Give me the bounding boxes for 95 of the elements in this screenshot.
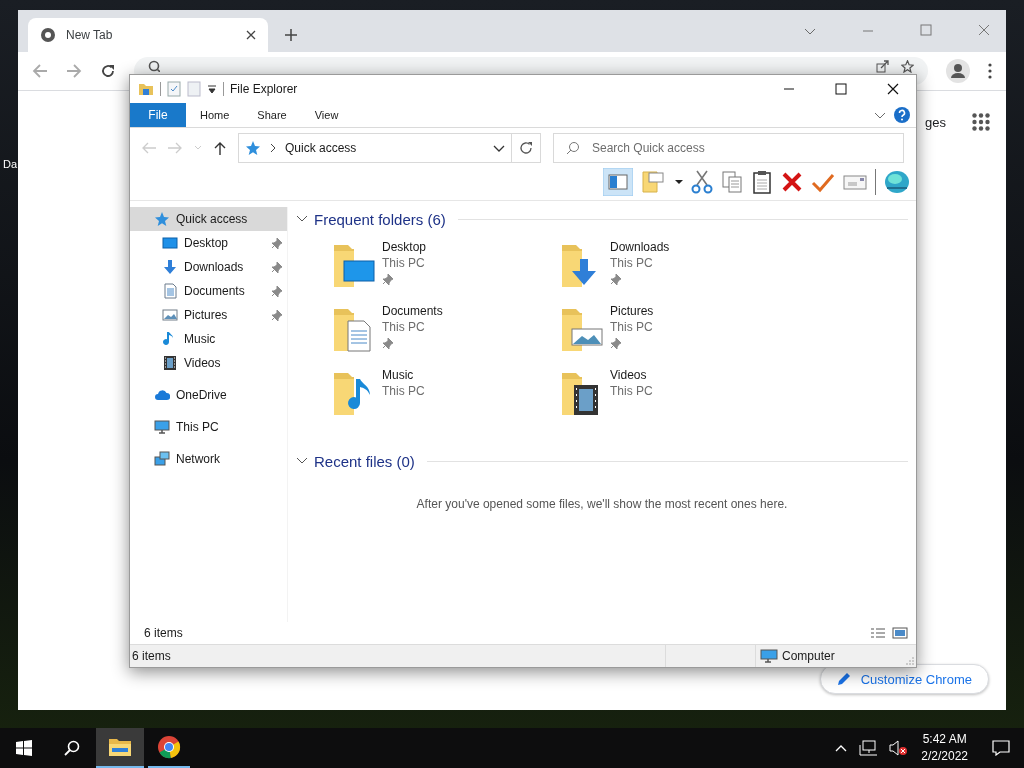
folder-name[interactable]: Videos [610,367,647,383]
network-icon [154,451,170,467]
refresh-icon[interactable] [511,133,541,163]
document-icon [162,283,178,299]
sidebar-item[interactable]: Pictures [130,303,287,327]
folder-icon [138,81,154,97]
status-text: Computer [782,649,835,663]
envelope-icon[interactable] [843,173,867,191]
sidebar-item[interactable]: Quick access [130,207,287,231]
dropdown-icon[interactable] [207,84,217,94]
section-heading: Recent files (0) [314,452,415,470]
clipboard-icon[interactable] [751,170,773,194]
maximize-icon[interactable] [835,83,847,95]
monitor-icon [154,419,170,435]
window-title: File Explorer [230,82,298,96]
muted-speaker-icon[interactable] [889,740,908,756]
monitor-icon [760,648,778,664]
sidebar-item[interactable]: OneDrive [130,383,287,407]
delete-icon[interactable] [781,171,803,193]
folder-location: This PC [610,255,653,271]
search-icon [566,141,580,155]
tab-title: New Tab [66,28,114,42]
folder-name[interactable]: Desktop [382,239,427,255]
customize-button[interactable]: Customize Chrome [819,664,989,694]
notification-icon[interactable] [992,740,1010,756]
star-icon [245,140,261,156]
profile-icon[interactable] [946,59,970,83]
status-text: 6 items [132,649,171,663]
sidebar-item[interactable]: This PC [130,415,287,439]
file-tab[interactable]: File [130,103,186,127]
up-arrow-icon[interactable] [214,141,226,155]
sidebar-item[interactable]: Downloads [130,255,287,279]
sidebar-item[interactable]: Videos [130,351,287,375]
pane-icon[interactable] [603,168,633,196]
browser-logo-icon [157,735,181,759]
star-icon [154,211,170,227]
sidebar-item[interactable]: Network [130,447,287,471]
ribbon-tab[interactable]: Home [186,109,244,121]
section-heading: Frequent folders (6) [314,210,446,228]
browser-logo-icon [40,27,56,43]
taskbar-app[interactable] [96,728,144,768]
empty-message: After you've opened some files, we'll show the most recent ones here. [415,496,789,511]
dropdown-icon[interactable] [675,179,683,185]
monitor-icon [162,235,178,251]
browser-tab[interactable]: New Tab [28,18,268,52]
close-icon[interactable] [887,83,899,95]
help-icon[interactable] [894,107,910,123]
folder-location: This PC [610,383,653,399]
scissors-icon[interactable] [691,170,713,194]
checkmark-icon[interactable] [811,171,835,193]
picture-icon [162,307,178,323]
sidebar-item[interactable]: Documents [130,279,287,303]
search-field[interactable]: Search Quick access [553,133,904,163]
folder-location: This PC [610,319,653,335]
chevron-down-icon[interactable] [296,456,308,466]
link-text[interactable]: ges [925,114,946,130]
apps-grid-icon[interactable] [972,113,990,131]
search-icon [64,740,80,756]
menu-icon[interactable] [988,63,992,79]
chevron-right-icon [269,143,277,153]
folder-name[interactable]: Music [382,367,414,383]
film-icon [162,355,178,371]
folder-location: This PC [382,383,425,399]
sidebar-item[interactable]: Music [130,327,287,351]
network-icon[interactable] [859,740,878,756]
chevron-up-icon[interactable] [835,744,848,752]
folder-location: This PC [382,255,425,271]
chevron-down-icon[interactable] [874,110,886,120]
chevron-down-icon[interactable] [493,143,505,153]
pencil-icon [836,672,851,686]
large-icons-view-icon[interactable] [892,627,908,639]
cloud-icon [154,387,170,403]
folder-name[interactable]: Downloads [610,239,670,255]
clock[interactable]: 5:42 AM 2/2/2022 [913,728,976,768]
address-field[interactable]: Quick access [238,133,512,163]
down-arrow-icon [162,259,178,275]
sidebar-item[interactable]: Desktop [130,231,287,255]
folder-name[interactable]: Pictures [610,303,654,319]
folder-location: This PC [382,319,425,335]
ribbon-tab[interactable]: View [300,109,353,121]
desktop-icon-label[interactable]: Da [3,158,18,170]
reload-icon[interactable] [100,63,116,79]
ribbon-tab[interactable]: Share [243,109,301,121]
folder-name[interactable]: Documents [382,303,443,319]
search-icon [148,60,160,72]
plus-icon[interactable] [284,28,298,42]
globe-icon[interactable] [884,170,910,194]
item-count: 6 items [144,626,183,640]
windows-logo-icon [16,740,32,756]
close-icon[interactable] [246,30,256,40]
star-icon[interactable] [901,60,914,73]
resize-grip-icon[interactable] [906,657,914,665]
chevron-down-icon[interactable] [296,214,308,224]
share-icon[interactable] [876,60,889,73]
folder-icon [108,737,132,757]
